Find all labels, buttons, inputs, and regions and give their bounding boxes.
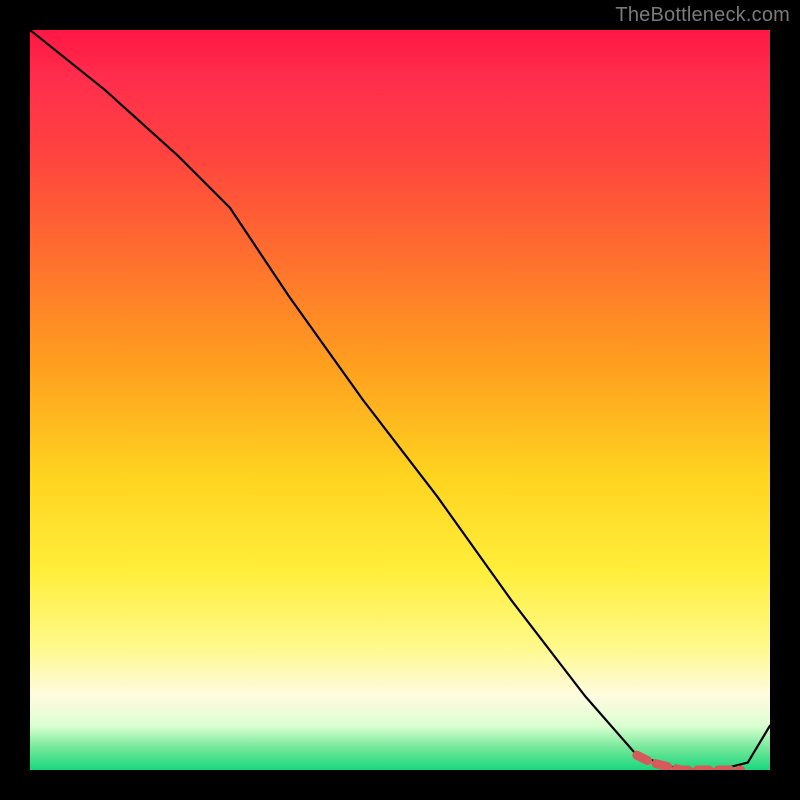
- chart-plot-area: [30, 30, 770, 770]
- attribution-label: TheBottleneck.com: [615, 4, 790, 27]
- bottleneck-curve-line: [30, 30, 770, 770]
- optimal-range-marker: [637, 755, 741, 770]
- chart-overlay: [30, 30, 770, 770]
